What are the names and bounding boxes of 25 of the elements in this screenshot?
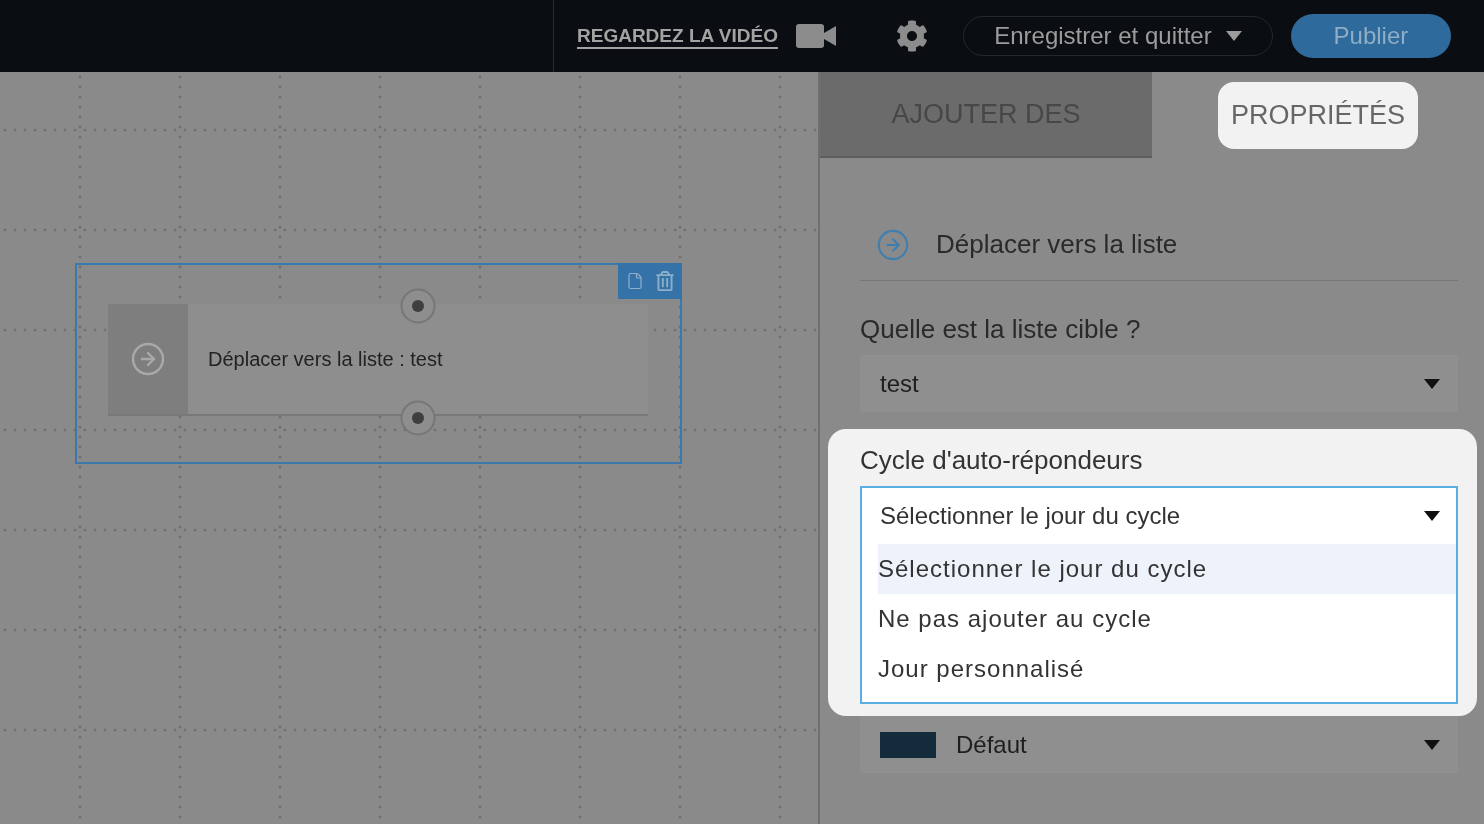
dropdown-option[interactable]: Sélectionner le jour du cycle (878, 544, 1456, 594)
settings-icon[interactable] (895, 20, 928, 52)
caret-icon (1424, 739, 1440, 750)
dropdown-option[interactable]: Jour personnalisé (878, 644, 1456, 694)
select-field[interactable]: Défaut (860, 716, 1458, 773)
workflow-node[interactable]: Déplacer vers la liste : test (108, 304, 648, 416)
arrow-circle-icon (876, 227, 910, 262)
select-field[interactable]: test (860, 355, 1458, 412)
video-link[interactable]: REGARDEZ LA VIDÉO (577, 25, 778, 47)
dropdown-option[interactable]: Ne pas ajouter au cycle (878, 594, 1456, 644)
select-field[interactable]: Sélectionner le jour du cycle (860, 486, 1458, 544)
arrow-circle-icon (130, 341, 166, 377)
connection-handle[interactable] (400, 400, 436, 436)
caret-icon (1424, 378, 1440, 389)
node-title: Déplacer vers la liste : test (208, 347, 443, 371)
video-camera-icon[interactable] (795, 24, 836, 48)
trash-icon[interactable] (656, 271, 674, 291)
caret-icon (1424, 511, 1440, 521)
action-title: Déplacer vers la liste (936, 229, 1178, 260)
connection-handle[interactable] (400, 288, 436, 324)
field-label: Quelle est la liste cible ? (860, 313, 1142, 345)
document-icon[interactable] (626, 271, 644, 291)
field-label: Cycle d'auto-répondeurs (860, 444, 1144, 476)
caret-icon (1225, 31, 1242, 41)
panel-tab[interactable]: PROPRIÉTÉS (1217, 81, 1418, 149)
